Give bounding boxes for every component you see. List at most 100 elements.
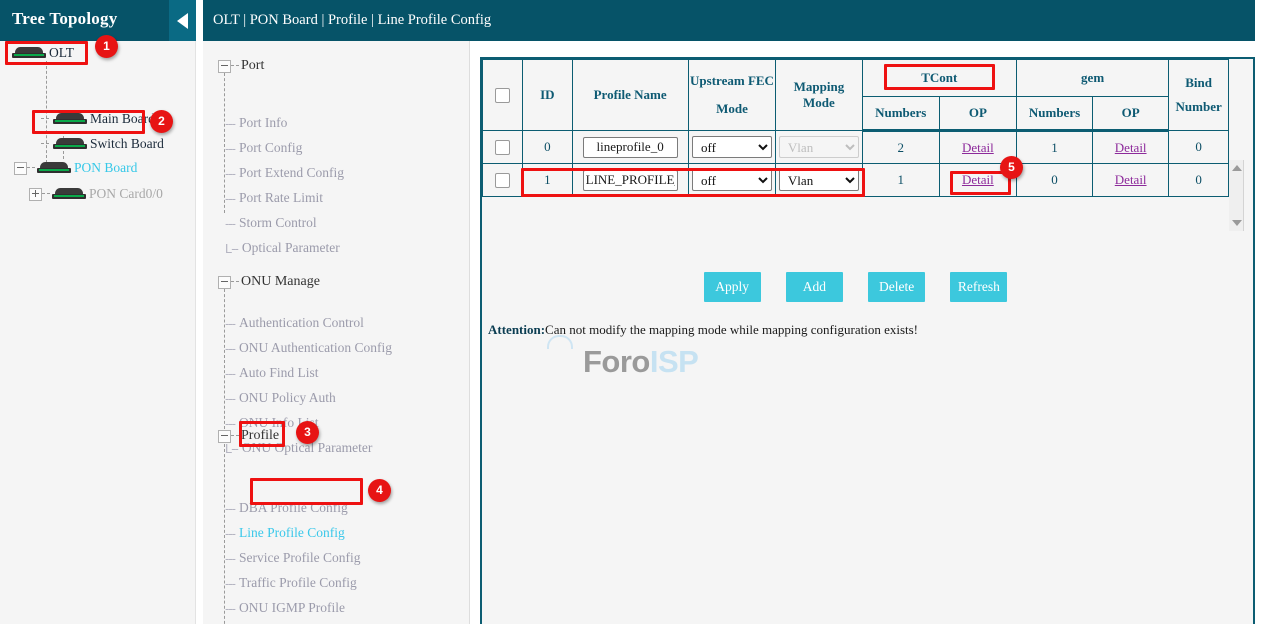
refresh-button[interactable]: Refresh [950, 272, 1007, 302]
nav-branch-icon: --- [225, 501, 235, 516]
tree-node-olt[interactable]: OLT [12, 45, 74, 61]
nav-item-port-rate-limit[interactable]: --- Port Rate Limit [225, 190, 323, 206]
nav-item-dba-profile-config[interactable]: --- DBA Profile Config [225, 500, 348, 516]
nav-item-label: Auto Find List [239, 365, 319, 381]
nav-branch-icon: --- [225, 576, 235, 591]
collapse-expander-icon[interactable] [218, 430, 231, 443]
sidebar-collapse-button[interactable] [169, 0, 196, 41]
nav-item-port-config[interactable]: --- Port Config [225, 140, 302, 156]
scroll-down-arrow-icon[interactable] [1232, 220, 1242, 226]
nav-group-port[interactable]: Port [218, 58, 264, 74]
annotation-badge-4: 4 [368, 479, 391, 502]
nav-item-port-extend-config[interactable]: --- Port Extend Config [225, 165, 344, 181]
profile-name-input[interactable] [583, 137, 678, 158]
nav-item-label: DBA Profile Config [239, 500, 348, 516]
nav-item-storm-control[interactable]: --- Storm Control [225, 215, 317, 231]
nav-branch-icon: --- [225, 191, 235, 206]
nav-item-label: Port Config [239, 140, 302, 156]
nav-item-onu-policy-auth[interactable]: --- ONU Policy Auth [225, 390, 336, 406]
navigation-panel: Port --- Port Info --- Port Config --- P… [203, 41, 470, 624]
column-header-tcont-op: OP [939, 97, 1016, 131]
gem-detail-link[interactable]: Detail [1115, 140, 1147, 155]
nav-item-port-info[interactable]: --- Port Info [225, 115, 287, 131]
cell-gem-op: Detail [1093, 131, 1169, 164]
collapse-expander-icon[interactable] [14, 162, 27, 175]
device-icon [53, 113, 87, 126]
tree-node-switch-board[interactable]: Switch Board [41, 136, 164, 152]
nav-item-service-profile-config[interactable]: --- Service Profile Config [225, 550, 360, 566]
device-icon [52, 188, 86, 201]
select-all-header [483, 60, 523, 131]
nav-item-onu-igmp-profile[interactable]: --- ONU IGMP Profile [225, 600, 345, 616]
nav-dash [231, 435, 239, 437]
cell-mapping-mode: Vlan [776, 164, 862, 197]
add-button[interactable]: Add [786, 272, 843, 302]
nav-item-label: Service Profile Config [239, 550, 360, 566]
tree-node-main-board[interactable]: Main Board [41, 111, 155, 127]
column-header-profile-name: Profile Name [572, 60, 688, 131]
cell-gem-numbers: 0 [1016, 164, 1092, 197]
tree-node-label: PON Board [73, 160, 137, 176]
mapping-mode-select[interactable]: Vlan [779, 169, 859, 191]
gem-detail-link[interactable]: Detail [1115, 172, 1147, 187]
mapping-mode-select: Vlan [779, 136, 859, 158]
nav-branch-icon: L-- [225, 241, 238, 256]
chevron-left-icon [177, 13, 188, 29]
cell-mapping-mode: Vlan [776, 131, 862, 164]
nav-item-onu-authentication-config[interactable]: --- ONU Authentication Config [225, 340, 392, 356]
sidebar-header: Tree Topology [0, 0, 196, 41]
row-checkbox[interactable] [495, 173, 510, 188]
collapse-expander-icon[interactable] [218, 276, 231, 289]
line-profile-table: ID Profile Name Upstream FEC Mode Mappin… [482, 59, 1229, 197]
content-area: ID Profile Name Upstream FEC Mode Mappin… [471, 41, 1274, 624]
tree-node-pon-board[interactable]: PON Board [14, 160, 137, 176]
fec-mode-select[interactable]: off [692, 136, 772, 158]
fec-mode-select[interactable]: off [692, 169, 772, 191]
table-row: 0 off Vlan 2 [483, 131, 1229, 164]
nav-group-label: Port [239, 58, 264, 74]
tree-node-pon-card[interactable]: PON Card0/0 [29, 186, 163, 202]
nav-item-authentication-control[interactable]: --- Authentication Control [225, 315, 364, 331]
select-all-checkbox[interactable] [495, 88, 510, 103]
column-header-line2: Number [1169, 99, 1228, 115]
column-header-mapping-mode: Mapping Mode [776, 60, 862, 131]
nav-item-label: Port Rate Limit [239, 190, 323, 206]
nav-connector-line [224, 289, 225, 429]
column-header-bind-number: Bind Number [1169, 60, 1229, 131]
collapse-expander-icon[interactable] [218, 60, 231, 73]
cell-profile-name [572, 131, 688, 164]
nav-branch-icon: --- [225, 366, 235, 381]
table-scrollbar[interactable] [1229, 160, 1244, 231]
nav-item-optical-parameter[interactable]: L-- Optical Parameter [225, 240, 340, 256]
nav-item-label: ONU Policy Auth [239, 390, 336, 406]
nav-branch-icon: --- [225, 141, 235, 156]
nav-group-profile[interactable]: Profile [218, 428, 279, 444]
breadcrumb: OLT | PON Board | Profile | Line Profile… [213, 12, 491, 29]
row-checkbox[interactable] [495, 140, 510, 155]
tree-dash [27, 167, 35, 169]
scroll-up-arrow-icon[interactable] [1232, 165, 1242, 171]
nav-branch-icon: --- [225, 116, 235, 131]
nav-item-traffic-profile-config[interactable]: --- Traffic Profile Config [225, 575, 357, 591]
table-body: 0 off Vlan 2 [483, 131, 1229, 197]
nav-item-label: Optical Parameter [242, 240, 340, 256]
tcont-detail-link[interactable]: Detail [962, 172, 994, 187]
tree-dash [41, 118, 49, 120]
nav-branch-icon: --- [225, 341, 235, 356]
nav-item-auto-find-list[interactable]: --- Auto Find List [225, 365, 319, 381]
apply-button[interactable]: Apply [704, 272, 761, 302]
tcont-detail-link[interactable]: Detail [962, 140, 994, 155]
nav-item-line-profile-config[interactable]: --- Line Profile Config [225, 525, 345, 541]
column-header-id: ID [523, 60, 572, 131]
profile-name-input[interactable] [583, 170, 678, 191]
nav-group-onu-manage[interactable]: ONU Manage [218, 274, 320, 290]
nav-branch-icon: --- [225, 316, 235, 331]
tree-dash [42, 193, 50, 195]
delete-button[interactable]: Delete [868, 272, 925, 302]
nav-group-label: ONU Manage [239, 274, 320, 290]
expand-expander-icon[interactable] [29, 188, 42, 201]
annotation-badge-5: 5 [1000, 156, 1023, 179]
nav-group-label: Profile [239, 428, 279, 444]
tree-topology-sidebar: Tree Topology OLT Main Board [0, 0, 196, 624]
nav-branch-icon: --- [225, 551, 235, 566]
